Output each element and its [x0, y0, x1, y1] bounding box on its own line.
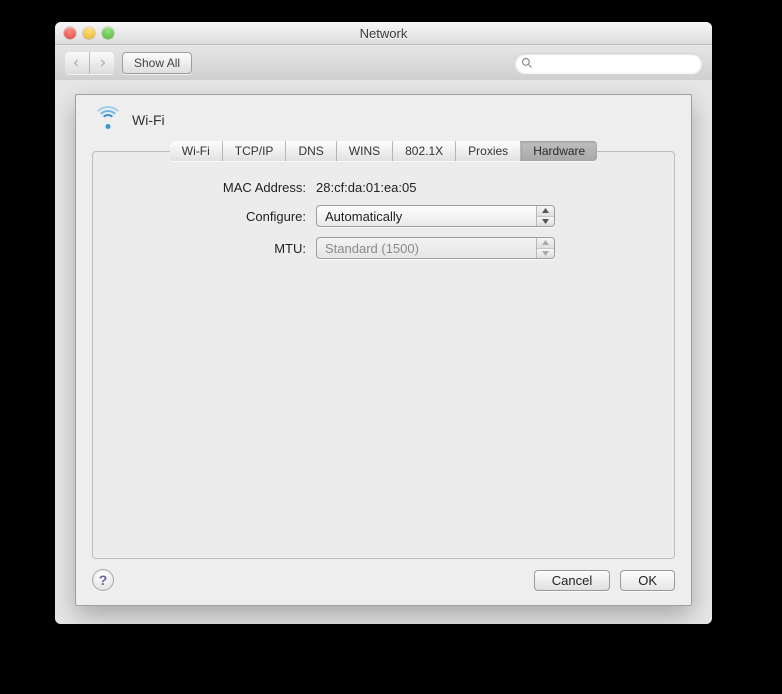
tab-label: WINS: [349, 144, 380, 158]
search-input[interactable]: [537, 55, 696, 71]
popup-arrows-icon: [536, 238, 554, 258]
window-title: Network: [55, 26, 712, 41]
titlebar: Network: [55, 22, 712, 45]
tab-proxies[interactable]: Proxies: [455, 141, 520, 161]
tab-tcp-ip[interactable]: TCP/IP: [222, 141, 286, 161]
network-preferences-window: Network Show All: [55, 22, 712, 624]
popup-arrows-icon: [536, 206, 554, 226]
hardware-tab-pane: MAC Address: 28:cf:da:01:ea:05 Configure…: [92, 151, 675, 559]
ok-label: OK: [638, 573, 657, 588]
configure-popup[interactable]: Automatically: [316, 205, 555, 227]
mtu-popup: Standard (1500): [316, 237, 555, 259]
toolbar: Show All: [55, 45, 712, 82]
tab-label: TCP/IP: [235, 144, 274, 158]
configure-label: Configure:: [111, 209, 316, 224]
tab-wi-fi[interactable]: Wi-Fi: [170, 141, 222, 161]
show-all-label: Show All: [134, 56, 180, 70]
close-window-button[interactable]: [64, 27, 76, 39]
tab-label: Proxies: [468, 144, 508, 158]
search-icon: [521, 57, 533, 69]
tab-802-1x[interactable]: 802.1X: [392, 141, 455, 161]
sheet-footer: ? Cancel OK: [76, 559, 691, 605]
window-controls: [64, 27, 114, 39]
mac-address-value: 28:cf:da:01:ea:05: [316, 180, 416, 195]
mtu-value: Standard (1500): [325, 241, 419, 256]
show-all-button[interactable]: Show All: [122, 52, 192, 74]
mac-address-label: MAC Address:: [111, 180, 316, 195]
sheet-header: Wi-Fi: [76, 95, 691, 137]
advanced-sheet: Wi-Fi Wi-Fi TCP/IP DNS WINS 802.1X Proxies Har…: [75, 94, 692, 606]
tabs: Wi-Fi TCP/IP DNS WINS 802.1X Proxies Hardware: [76, 141, 691, 161]
tab-wins[interactable]: WINS: [336, 141, 392, 161]
tab-label: Wi-Fi: [182, 144, 210, 158]
tab-label: Hardware: [533, 144, 585, 158]
minimize-window-button[interactable]: [83, 27, 95, 39]
configure-value: Automatically: [325, 209, 402, 224]
mtu-label: MTU:: [111, 241, 316, 256]
tab-label: DNS: [298, 144, 323, 158]
tab-label: 802.1X: [405, 144, 443, 158]
ok-button[interactable]: OK: [620, 570, 675, 591]
help-button[interactable]: ?: [92, 569, 114, 591]
nav-back-forward: [65, 52, 114, 74]
search-field[interactable]: [515, 53, 702, 73]
cancel-label: Cancel: [552, 573, 592, 588]
connection-name: Wi-Fi: [132, 112, 165, 128]
back-button[interactable]: [65, 52, 89, 74]
tab-dns[interactable]: DNS: [285, 141, 335, 161]
wifi-icon: [94, 109, 122, 131]
cancel-button[interactable]: Cancel: [534, 570, 610, 591]
tab-hardware[interactable]: Hardware: [520, 141, 597, 161]
zoom-window-button[interactable]: [102, 27, 114, 39]
forward-button[interactable]: [89, 52, 114, 74]
